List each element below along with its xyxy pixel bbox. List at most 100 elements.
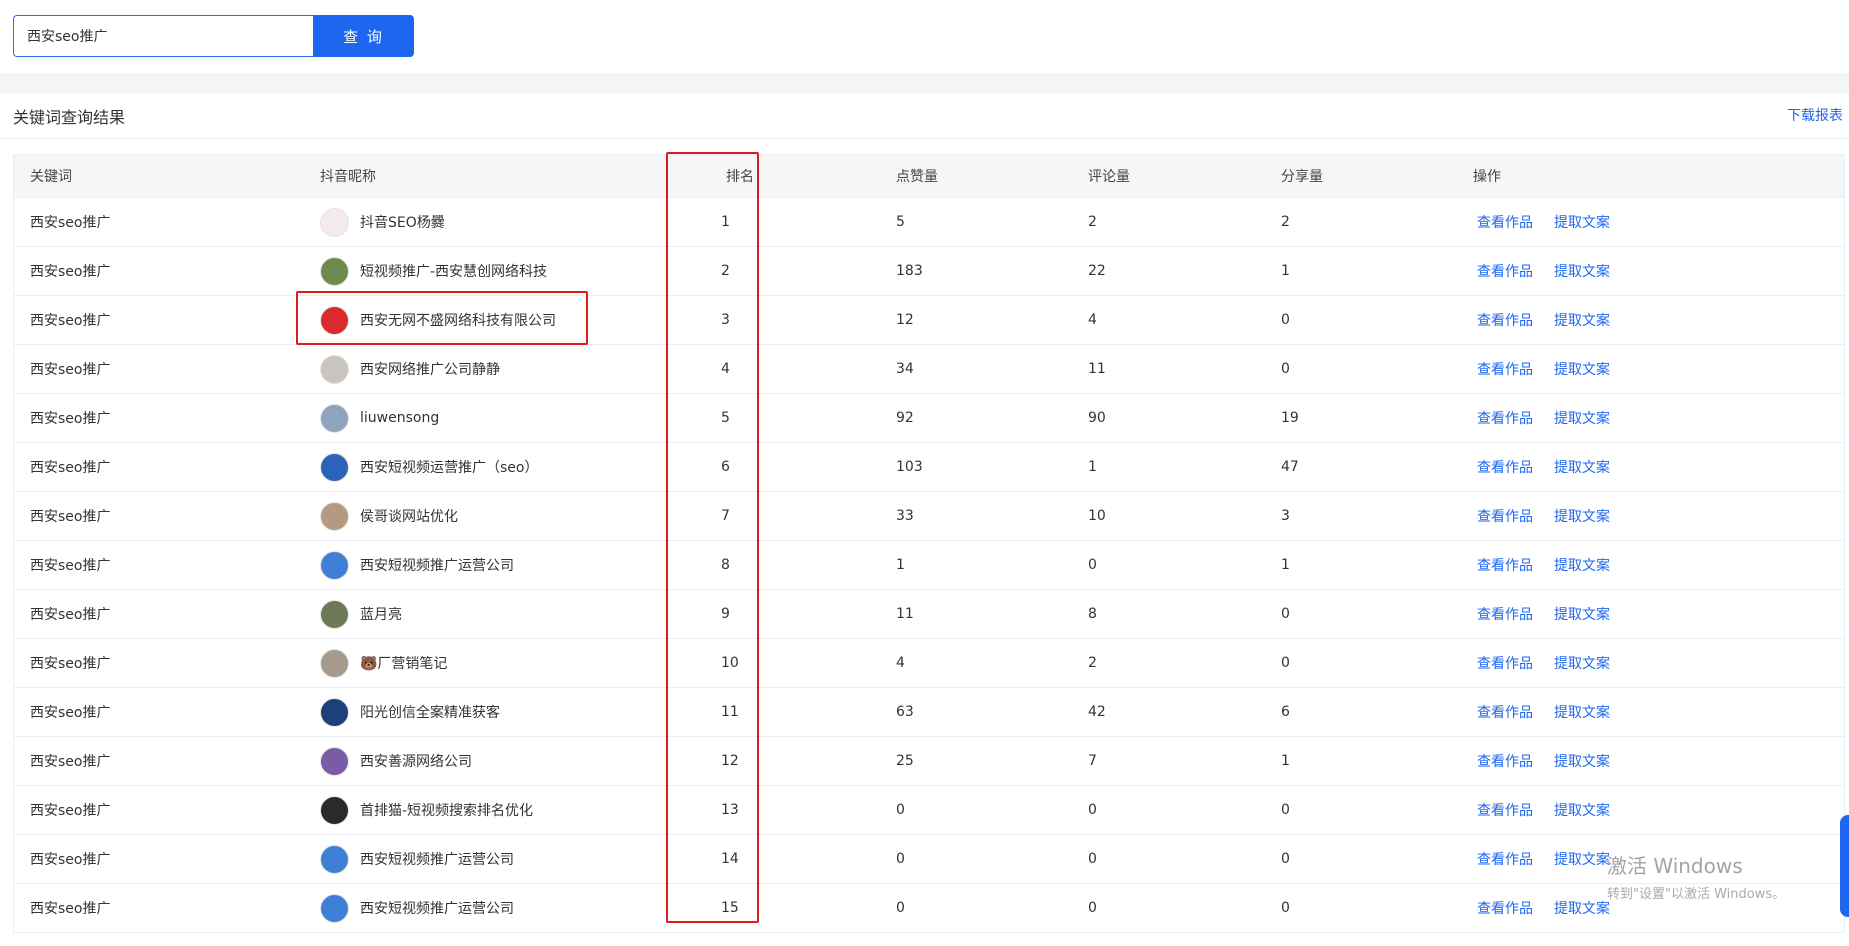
view-works-link[interactable]: 查看作品: [1477, 408, 1533, 428]
cell-comments: 90: [1088, 410, 1106, 426]
nickname-text: 首排猫-短视频搜索排名优化: [360, 803, 534, 819]
avatar: [320, 305, 349, 335]
cell-keyword: 西安seo推广: [30, 754, 111, 770]
view-works-link[interactable]: 查看作品: [1477, 898, 1533, 918]
extract-copy-link[interactable]: 提取文案: [1554, 212, 1610, 232]
cell-shares: 0: [1281, 900, 1290, 916]
cell-rank: 14: [721, 851, 739, 867]
extract-copy-link[interactable]: 提取文案: [1554, 408, 1610, 428]
cell-comments: 0: [1088, 557, 1097, 573]
nickname-text: 西安善源网络公司: [360, 754, 472, 770]
extract-copy-link[interactable]: 提取文案: [1554, 359, 1610, 379]
extract-copy-link[interactable]: 提取文案: [1554, 849, 1610, 869]
cell-nickname: 阳光创信全案精准获客: [304, 697, 688, 727]
cell-nickname: 西安短视频推广运营公司: [304, 844, 688, 874]
view-works-link[interactable]: 查看作品: [1477, 359, 1533, 379]
cell-likes: 4: [896, 655, 905, 671]
view-works-link[interactable]: 查看作品: [1477, 506, 1533, 526]
cell-keyword: 西安seo推广: [30, 411, 111, 427]
view-works-link[interactable]: 查看作品: [1477, 604, 1533, 624]
view-works-link[interactable]: 查看作品: [1477, 310, 1533, 330]
extract-copy-link[interactable]: 提取文案: [1554, 751, 1610, 771]
cell-keyword: 西安seo推广: [30, 264, 111, 280]
cell-ops: 查看作品 提取文案: [1457, 604, 1844, 624]
cell-likes: 103: [896, 459, 923, 475]
search-input[interactable]: [13, 15, 313, 57]
avatar: [320, 256, 349, 286]
cell-nickname: 抖音SEO杨爨: [304, 207, 688, 237]
cell-rank: 7: [721, 508, 730, 524]
view-works-link[interactable]: 查看作品: [1477, 849, 1533, 869]
view-works-link[interactable]: 查看作品: [1477, 702, 1533, 722]
extract-copy-link[interactable]: 提取文案: [1554, 800, 1610, 820]
cell-ops: 查看作品 提取文案: [1457, 261, 1844, 281]
cell-keyword: 西安seo推广: [30, 803, 111, 819]
cell-comments: 42: [1088, 704, 1106, 720]
view-works-link[interactable]: 查看作品: [1477, 457, 1533, 477]
search-button[interactable]: 查 询: [313, 15, 414, 57]
cell-rank: 6: [721, 459, 730, 475]
cell-keyword: 西安seo推广: [30, 460, 111, 476]
nickname-text: 侯哥谈网站优化: [360, 509, 458, 525]
extract-copy-link[interactable]: 提取文案: [1554, 310, 1610, 330]
cell-nickname: 🐻厂营销笔记: [304, 648, 688, 678]
view-works-link[interactable]: 查看作品: [1477, 751, 1533, 771]
extract-copy-link[interactable]: 提取文案: [1554, 702, 1610, 722]
cell-likes: 0: [896, 900, 905, 916]
view-works-link[interactable]: 查看作品: [1477, 800, 1533, 820]
extract-copy-link[interactable]: 提取文案: [1554, 506, 1610, 526]
view-works-link[interactable]: 查看作品: [1477, 212, 1533, 232]
extract-copy-link[interactable]: 提取文案: [1554, 653, 1610, 673]
cell-ops: 查看作品 提取文案: [1457, 212, 1844, 232]
extract-copy-link[interactable]: 提取文案: [1554, 261, 1610, 281]
cell-comments: 11: [1088, 361, 1106, 377]
table-row: 西安seo推广 西安无网不盛网络科技有限公司 3 12 4 0 查看作品 提取文案: [14, 296, 1844, 345]
nickname-text: 西安短视频运营推广（seo）: [360, 460, 539, 476]
cell-rank: 5: [721, 410, 730, 426]
cell-rank: 1: [721, 214, 730, 230]
section-separator: [0, 73, 1849, 93]
cell-comments: 10: [1088, 508, 1106, 524]
cell-keyword: 西安seo推广: [30, 215, 111, 231]
cell-comments: 0: [1088, 802, 1097, 818]
cell-keyword: 西安seo推广: [30, 558, 111, 574]
nickname-text: 西安短视频推广运营公司: [360, 852, 514, 868]
header-comments: 评论量: [1088, 169, 1130, 185]
avatar: [320, 354, 349, 384]
avatar: [320, 893, 349, 923]
table-row: 西安seo推广 侯哥谈网站优化 7 33 10 3 查看作品 提取文案: [14, 492, 1844, 541]
extract-copy-link[interactable]: 提取文案: [1554, 457, 1610, 477]
table-row: 西安seo推广 西安短视频推广运营公司 8 1 0 1 查看作品 提取文案: [14, 541, 1844, 590]
cell-likes: 33: [896, 508, 914, 524]
cell-keyword: 西安seo推广: [30, 852, 111, 868]
side-float-tab[interactable]: [1840, 815, 1849, 917]
extract-copy-link[interactable]: 提取文案: [1554, 604, 1610, 624]
cell-comments: 1: [1088, 459, 1097, 475]
nickname-text: 🐻厂营销笔记: [360, 656, 448, 672]
cell-keyword: 西安seo推广: [30, 901, 111, 917]
cell-shares: 1: [1281, 557, 1290, 573]
cell-nickname: liuwensong: [304, 403, 688, 433]
table-row: 西安seo推广 蓝月亮 9 11 8 0 查看作品 提取文案: [14, 590, 1844, 639]
avatar: [320, 501, 349, 531]
cell-ops: 查看作品 提取文案: [1457, 359, 1844, 379]
extract-copy-link[interactable]: 提取文案: [1554, 555, 1610, 575]
cell-rank: 8: [721, 557, 730, 573]
cell-ops: 查看作品 提取文案: [1457, 457, 1844, 477]
view-works-link[interactable]: 查看作品: [1477, 261, 1533, 281]
download-report-link[interactable]: 下载报表: [1787, 105, 1843, 125]
cell-shares: 0: [1281, 361, 1290, 377]
nickname-text: liuwensong: [360, 410, 440, 426]
cell-nickname: 侯哥谈网站优化: [304, 501, 688, 531]
cell-shares: 0: [1281, 851, 1290, 867]
nickname-text: 阳光创信全案精准获客: [360, 705, 500, 721]
view-works-link[interactable]: 查看作品: [1477, 653, 1533, 673]
extract-copy-link[interactable]: 提取文案: [1554, 898, 1610, 918]
view-works-link[interactable]: 查看作品: [1477, 555, 1533, 575]
avatar: [320, 599, 349, 629]
table-row: 西安seo推广 西安短视频运营推广（seo） 6 103 1 47 查看作品 提取文案: [14, 443, 1844, 492]
cell-ops: 查看作品 提取文案: [1457, 506, 1844, 526]
cell-shares: 19: [1281, 410, 1299, 426]
header-keyword: 关键词: [30, 169, 72, 185]
nickname-text: 西安短视频推广运营公司: [360, 558, 514, 574]
